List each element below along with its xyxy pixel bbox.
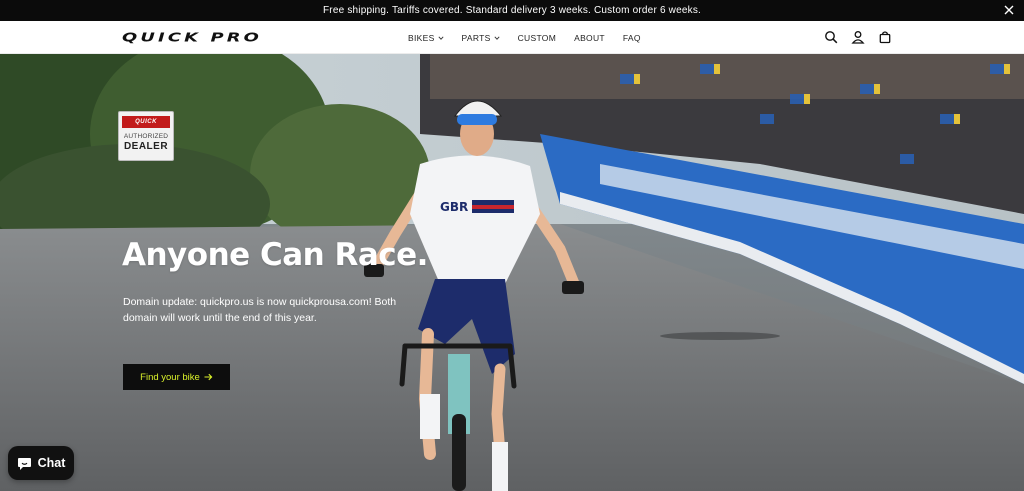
nav-label: CUSTOM (517, 32, 557, 43)
cta-label: Find your bike (140, 371, 200, 383)
chat-button[interactable]: Chat (8, 446, 74, 480)
badge-line-2: DEALER (123, 141, 169, 152)
nav-item-parts[interactable]: PARTS (462, 33, 500, 43)
hero-subtext: Domain update: quickpro.us is now quickp… (123, 296, 397, 324)
site-header: QUICK PRO BIKES PARTS CUSTOM ABOUT FAQ (0, 21, 1024, 54)
find-your-bike-button[interactable]: Find your bike (123, 364, 230, 390)
svg-text:GBR: GBR (440, 200, 468, 214)
arrow-right-icon (204, 373, 213, 381)
nav-item-bikes[interactable]: BIKES (408, 33, 444, 43)
badge-line-1: AUTHORIZED (123, 133, 169, 140)
header-icons (824, 30, 892, 44)
cart-icon[interactable] (878, 30, 892, 44)
badge-brand: QUICK (122, 116, 170, 128)
announcement-text: Free shipping. Tariffs covered. Standard… (322, 5, 702, 16)
chat-label: Chat (37, 456, 66, 470)
nav-label: ABOUT (574, 32, 605, 43)
hero-banner: GBR QUICK AUTHORIZED DEALER Anyone Can R… (0, 54, 1024, 491)
chevron-down-icon (494, 35, 500, 40)
chat-bubble-icon (17, 457, 31, 470)
nav-label: PARTS (461, 32, 491, 43)
chevron-down-icon (438, 35, 444, 40)
close-icon[interactable] (1002, 3, 1016, 17)
account-icon[interactable] (851, 30, 865, 44)
main-nav: BIKES PARTS CUSTOM ABOUT FAQ (408, 21, 659, 54)
quick-pro-logo[interactable]: QUICK PRO (122, 30, 264, 44)
nav-label: FAQ (622, 32, 641, 43)
authorized-dealer-badge: QUICK AUTHORIZED DEALER (118, 111, 174, 161)
svg-text:QUICK PRO: QUICK PRO (122, 30, 262, 44)
announcement-bar: Free shipping. Tariffs covered. Standard… (0, 0, 1024, 21)
nav-label: BIKES (408, 32, 435, 43)
nav-item-custom[interactable]: CUSTOM (518, 33, 556, 43)
hero-headline: Anyone Can Race. (122, 237, 428, 273)
nav-item-faq[interactable]: FAQ (623, 33, 641, 43)
search-icon[interactable] (824, 30, 838, 44)
nav-item-about[interactable]: ABOUT (574, 33, 605, 43)
